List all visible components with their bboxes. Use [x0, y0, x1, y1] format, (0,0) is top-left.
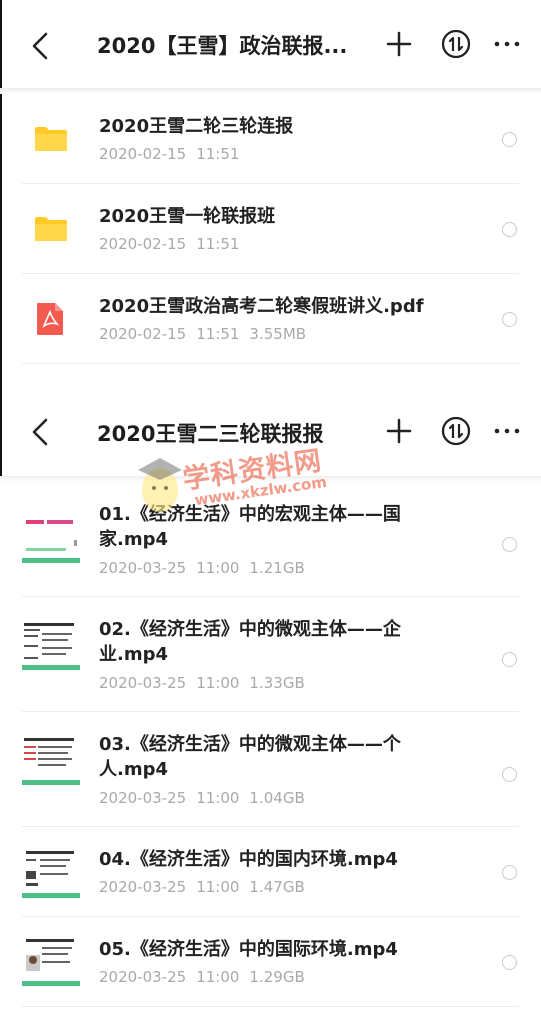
select-radio[interactable]: [502, 767, 517, 782]
plus-icon: [386, 418, 412, 444]
sort-button[interactable]: [439, 27, 473, 61]
file-name-line2: 人.mp4: [99, 759, 169, 780]
more-button[interactable]: [490, 414, 524, 448]
header-bar: 2020【王雪】政治联报...: [0, 0, 541, 90]
folder-panel-bottom: 2020王雪二三轮联报报 01.《经济生活》中的宏观主体——国 家.mp4 20…: [0, 390, 541, 1024]
add-button[interactable]: [382, 27, 416, 61]
video-thumbnail: [22, 935, 80, 991]
file-time: 11:00: [196, 789, 240, 807]
back-button[interactable]: [22, 26, 62, 66]
file-name-line1: 03.《经济生活》中的微观主体——个: [99, 734, 401, 755]
file-meta: 2020-03-25 11:00 1.04GB: [99, 789, 305, 807]
select-radio[interactable]: [502, 652, 517, 667]
file-date: 2020-03-25: [99, 559, 187, 577]
video-thumbnail: [22, 847, 80, 903]
file-meta: 2020-03-25 11:00 1.21GB: [99, 559, 305, 577]
file-name: 2020王雪政治高考二轮寒假班讲义.pdf: [99, 296, 424, 317]
header-bar: 2020王雪二三轮联报报: [0, 390, 541, 480]
file-meta: 2020-02-15 11:51: [99, 235, 239, 253]
file-size: 3.55MB: [249, 325, 307, 343]
file-meta: 2020-03-25 11:00 1.29GB: [99, 968, 305, 986]
plus-icon: [386, 31, 412, 57]
list-item[interactable]: 02.《经济生活》中的微观主体——企 业.mp4 2020-03-25 11:00…: [22, 597, 519, 712]
file-date: 2020-03-25: [99, 968, 187, 986]
list-item[interactable]: 04.《经济生活》中的国内环境.mp4 2020-03-25 11:00 1.47G…: [22, 827, 519, 917]
file-name-line2: 家.mp4: [99, 529, 169, 550]
file-size: 1.47GB: [249, 878, 305, 896]
sort-button[interactable]: [439, 414, 473, 448]
file-name: 2020王雪二轮三轮连报: [99, 116, 294, 137]
add-button[interactable]: [382, 414, 416, 448]
more-dots-icon: [494, 428, 520, 434]
file-date: 2020-02-15: [99, 145, 187, 163]
file-size: 1.04GB: [249, 789, 305, 807]
select-radio[interactable]: [502, 132, 517, 147]
file-time: 11:51: [196, 325, 240, 343]
file-date: 2020-02-15: [99, 325, 187, 343]
page-title: 2020【王雪】政治联报...: [97, 34, 348, 58]
file-meta: 2020-02-15 11:51: [99, 145, 239, 163]
video-thumbnail: [22, 734, 80, 790]
select-radio[interactable]: [502, 537, 517, 552]
file-name-line2: 业.mp4: [99, 644, 169, 665]
file-time: 11:00: [196, 559, 240, 577]
more-button[interactable]: [490, 27, 524, 61]
back-button[interactable]: [22, 412, 62, 452]
select-radio[interactable]: [502, 865, 517, 880]
file-meta: 2020-02-15 11:51 3.55MB: [99, 325, 306, 343]
file-time: 11:51: [196, 235, 240, 253]
page-title: 2020王雪二三轮联报报: [97, 422, 324, 446]
video-thumbnail: [22, 619, 80, 675]
list-item[interactable]: 05.《经济生活》中的国际环境.mp4 2020-03-25 11:00 1.29G…: [22, 917, 519, 1007]
file-name: 04.《经济生活》中的国内环境.mp4: [99, 849, 398, 870]
sort-icon: [441, 29, 471, 59]
file-name: 2020王雪一轮联报班: [99, 206, 276, 227]
file-name-line1: 02.《经济生活》中的微观主体——企: [99, 619, 401, 640]
back-arrow-icon: [32, 418, 48, 446]
list-item[interactable]: 2020王雪政治高考二轮寒假班讲义.pdf 2020-02-15 11:51 3.5…: [22, 274, 519, 364]
list-item[interactable]: 01.《经济生活》中的宏观主体——国 家.mp4 2020-03-25 11:00…: [22, 482, 519, 597]
select-radio[interactable]: [502, 312, 517, 327]
file-list: 01.《经济生活》中的宏观主体——国 家.mp4 2020-03-25 11:00…: [0, 482, 541, 1007]
list-item[interactable]: 2020王雪二轮三轮连报 2020-02-15 11:51: [22, 94, 519, 184]
file-time: 11:00: [196, 878, 240, 896]
list-item[interactable]: 03.《经济生活》中的微观主体——个 人.mp4 2020-03-25 11:00…: [22, 712, 519, 827]
file-date: 2020-03-25: [99, 878, 187, 896]
file-size: 1.29GB: [249, 968, 305, 986]
select-radio[interactable]: [502, 955, 517, 970]
file-time: 11:00: [196, 968, 240, 986]
file-date: 2020-02-15: [99, 235, 187, 253]
file-size: 1.33GB: [249, 674, 305, 692]
file-name: 05.《经济生活》中的国际环境.mp4: [99, 939, 398, 960]
folder-panel-top: 2020【王雪】政治联报... 2020王雪二轮三轮连报 2020-02-15 …: [0, 0, 541, 390]
sort-icon: [441, 416, 471, 446]
file-time: 11:51: [196, 145, 240, 163]
file-meta: 2020-03-25 11:00 1.33GB: [99, 674, 305, 692]
select-radio[interactable]: [502, 222, 517, 237]
file-size: 1.21GB: [249, 559, 305, 577]
pdf-icon: [37, 303, 63, 335]
folder-icon: [35, 217, 67, 241]
file-meta: 2020-03-25 11:00 1.47GB: [99, 878, 305, 896]
file-list: 2020王雪二轮三轮连报 2020-02-15 11:51 2020王雪一轮联报班…: [0, 94, 541, 364]
file-name-line1: 01.《经济生活》中的宏观主体——国: [99, 504, 401, 525]
file-date: 2020-03-25: [99, 674, 187, 692]
back-arrow-icon: [32, 32, 48, 60]
folder-icon: [35, 127, 67, 151]
video-thumbnail: [22, 512, 80, 568]
more-dots-icon: [494, 41, 520, 47]
file-date: 2020-03-25: [99, 789, 187, 807]
file-time: 11:00: [196, 674, 240, 692]
list-item[interactable]: 2020王雪一轮联报班 2020-02-15 11:51: [22, 184, 519, 274]
